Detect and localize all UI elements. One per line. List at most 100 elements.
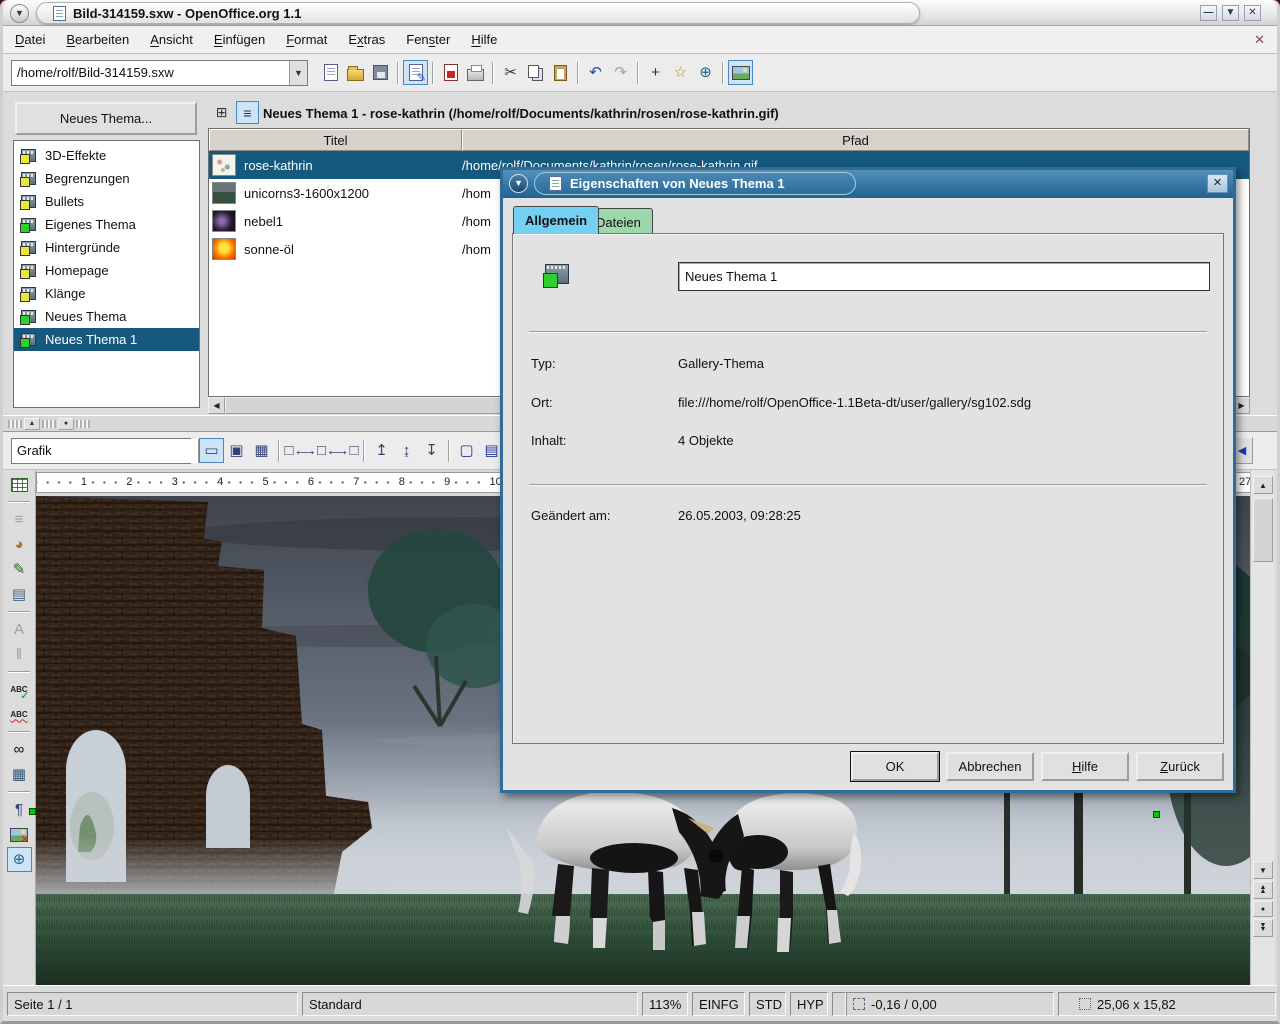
align-center-icon[interactable]: →□←: [309, 438, 334, 463]
theme-name-input[interactable]: [678, 262, 1210, 291]
theme-item-neues-thema[interactable]: Neues Thema: [14, 305, 199, 328]
online-layout-icon[interactable]: ⊕: [7, 847, 32, 872]
menu-bearbeiten[interactable]: Bearbeiten: [57, 28, 138, 51]
gallery-theme-list[interactable]: 3D-EffekteBegrenzungenBulletsEigenes The…: [13, 140, 200, 408]
theme-item-hintergr-nde[interactable]: Hintergründe: [14, 236, 199, 259]
status-position[interactable]: -0,16 / 0,00: [846, 992, 1054, 1016]
edit-file-icon[interactable]: ✎: [403, 60, 428, 85]
theme-item-begrenzungen[interactable]: Begrenzungen: [14, 167, 199, 190]
menu-extras[interactable]: Extras: [339, 28, 394, 51]
navigator-icon[interactable]: +: [643, 60, 668, 85]
scroll-left-button[interactable]: ◀: [208, 397, 225, 414]
draw-functions-icon[interactable]: ✎: [7, 557, 32, 582]
align-right-icon[interactable]: →□: [334, 438, 359, 463]
wrap-through-icon[interactable]: ▦: [249, 438, 274, 463]
status-style[interactable]: Standard: [302, 992, 638, 1016]
minimize-button[interactable]: —: [1200, 5, 1217, 21]
scroll-down-button[interactable]: ▼: [1253, 861, 1273, 879]
find-replace-icon[interactable]: ∞: [7, 737, 32, 762]
abbrechen-button[interactable]: Abbrechen: [946, 752, 1034, 781]
menu-einf-gen[interactable]: Einfügen: [205, 28, 274, 51]
selection-handle-right[interactable]: [1153, 811, 1160, 818]
theme-item-3d-effekte[interactable]: 3D-Effekte: [14, 144, 199, 167]
status-size[interactable]: 25,06 x 15,82: [1058, 992, 1276, 1016]
close-button[interactable]: ✕: [1244, 5, 1261, 21]
column-header-pfad[interactable]: Pfad: [462, 129, 1249, 151]
status-page[interactable]: Seite 1 / 1: [7, 992, 298, 1016]
scroll-up-button[interactable]: ▲: [1253, 476, 1273, 494]
new-theme-button[interactable]: Neues Thema...: [15, 102, 197, 135]
paste-icon[interactable]: [548, 60, 573, 85]
open-icon[interactable]: [343, 60, 368, 85]
status-selection-mode[interactable]: STD: [749, 992, 786, 1016]
vertical-scrollbar[interactable]: ▲ ▼ ▲▲ ● ▼▼: [1250, 470, 1274, 985]
navigation-button[interactable]: ●: [1253, 901, 1273, 917]
splitter-grip[interactable]: [42, 420, 56, 428]
zur-ck-button[interactable]: Zurück: [1136, 752, 1224, 781]
align-middle-icon[interactable]: ↨: [394, 438, 419, 463]
menu-format[interactable]: Format: [277, 28, 336, 51]
align-bottom-icon[interactable]: ↧: [419, 438, 444, 463]
detail-view-button[interactable]: ≡: [236, 101, 259, 124]
previous-page-button[interactable]: ▲▲: [1253, 881, 1273, 899]
insert-object-icon[interactable]: ◕: [7, 532, 32, 557]
align-top-icon[interactable]: ↥: [369, 438, 394, 463]
autopilot-icon[interactable]: ☆: [668, 60, 693, 85]
print-icon[interactable]: [463, 60, 488, 85]
hilfe-button[interactable]: Hilfe: [1041, 752, 1129, 781]
wrap-none-icon[interactable]: ▭: [199, 438, 224, 463]
theme-item-eigenes-thema[interactable]: Eigenes Thema: [14, 213, 199, 236]
status-zoom[interactable]: 113%: [642, 992, 688, 1016]
spellcheck-icon[interactable]: ABC: [7, 702, 32, 727]
dialog-close-button[interactable]: ✕: [1207, 174, 1228, 193]
form-functions-icon[interactable]: ▤: [7, 582, 32, 607]
status-hyperlink-mode[interactable]: HYP: [790, 992, 828, 1016]
close-document-icon[interactable]: ✕: [1254, 32, 1265, 48]
gallery-icon[interactable]: [728, 60, 753, 85]
copy-icon[interactable]: [523, 60, 548, 85]
borders-icon[interactable]: ▢: [454, 438, 479, 463]
insert-table-icon[interactable]: [7, 472, 32, 497]
splitter-hide-button[interactable]: ●: [58, 418, 74, 430]
splitter-grip[interactable]: [76, 420, 90, 428]
theme-item-kl-nge[interactable]: Klänge: [14, 282, 199, 305]
cut-icon[interactable]: ✂: [498, 60, 523, 85]
dialog-titlebar[interactable]: ▼ Eigenschaften von Neues Thema 1 ✕: [503, 170, 1233, 198]
menu-datei[interactable]: Datei: [6, 28, 54, 51]
column-header-titel[interactable]: Titel: [209, 129, 462, 151]
url-dropdown-button[interactable]: ▼: [289, 61, 307, 85]
selection-handle-left[interactable]: [29, 808, 36, 815]
dialog-system-button[interactable]: ▼: [509, 174, 528, 193]
tab-allgemein[interactable]: Allgemein: [513, 206, 599, 234]
window-titlebar[interactable]: ▼ Bild-314159.sxw - OpenOffice.org 1.1 —…: [3, 0, 1277, 26]
undo-icon[interactable]: ↶: [583, 60, 608, 85]
images-onoff-icon[interactable]: ✕: [7, 822, 32, 847]
ok-button[interactable]: OK: [851, 752, 939, 781]
wrap-page-icon[interactable]: ▣: [224, 438, 249, 463]
splitter-grip[interactable]: [8, 420, 22, 428]
splitter-stick-button[interactable]: ▲: [24, 418, 40, 430]
vscroll-thumb[interactable]: [1253, 498, 1273, 562]
restore-button[interactable]: ▼: [1222, 5, 1239, 21]
system-menu-button[interactable]: ▼: [10, 4, 29, 23]
status-insert-mode[interactable]: EINFG: [692, 992, 745, 1016]
new-document-icon[interactable]: [318, 60, 343, 85]
menu-hilfe[interactable]: Hilfe: [462, 28, 506, 51]
theme-item-homepage[interactable]: Homepage: [14, 259, 199, 282]
style-input[interactable]: [12, 439, 198, 463]
redo-icon: ↷: [614, 65, 627, 80]
style-combobox[interactable]: ▼: [11, 438, 191, 464]
url-input[interactable]: [12, 61, 289, 85]
theme-item-bullets[interactable]: Bullets: [14, 190, 199, 213]
url-combobox[interactable]: ▼: [11, 60, 308, 86]
hyperlink-icon[interactable]: ⊕: [693, 60, 718, 85]
icon-view-button[interactable]: ⊞: [210, 101, 233, 124]
next-page-button[interactable]: ▼▼: [1253, 919, 1273, 937]
menu-ansicht[interactable]: Ansicht: [141, 28, 202, 51]
autospellcheck-icon[interactable]: ABC✓: [7, 677, 32, 702]
export-pdf-icon[interactable]: [438, 60, 463, 85]
nonprinting-characters-icon[interactable]: ¶: [7, 797, 32, 822]
data-sources-icon[interactable]: ▦: [7, 762, 32, 787]
theme-item-neues-thema-1[interactable]: Neues Thema 1: [14, 328, 199, 351]
menu-fenster[interactable]: Fenster: [397, 28, 459, 51]
